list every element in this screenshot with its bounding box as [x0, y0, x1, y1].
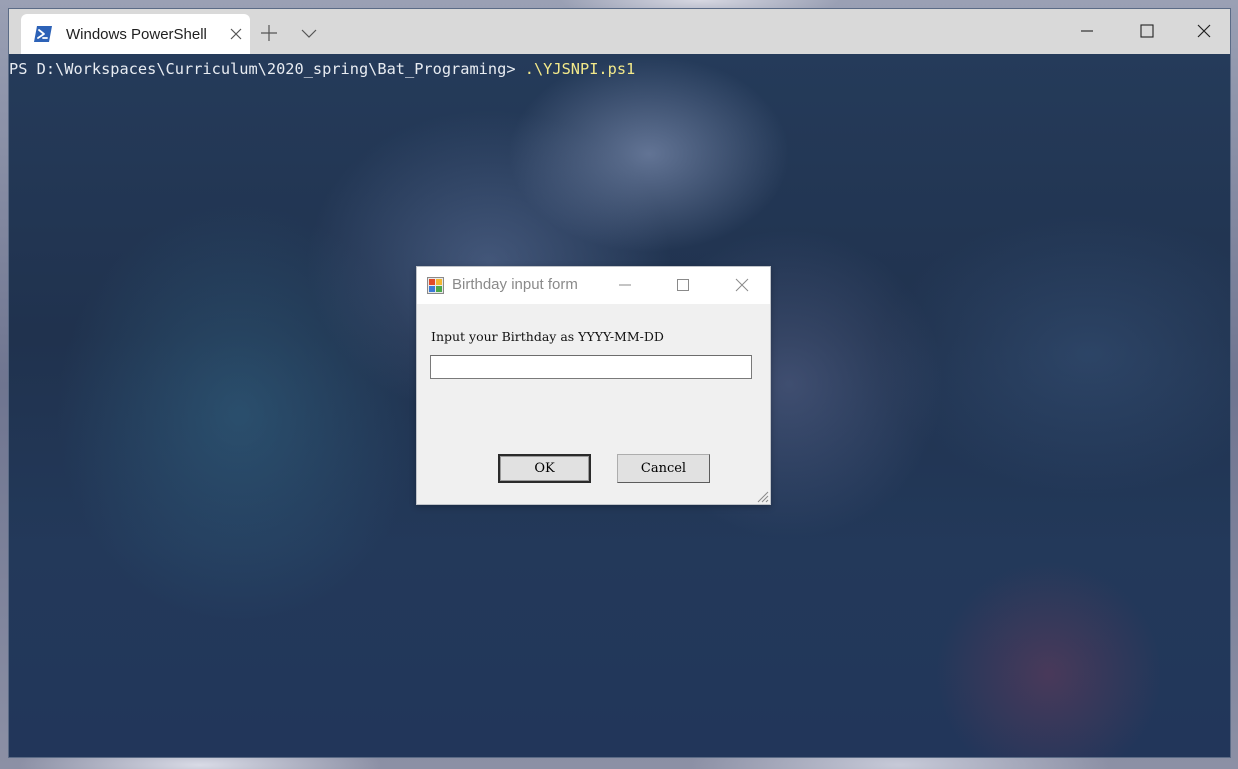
dialog-close-icon[interactable]: [734, 277, 750, 293]
dialog-title: Birthday input form: [452, 276, 578, 293]
powershell-icon: [34, 26, 52, 42]
resize-grip-icon[interactable]: [756, 490, 769, 503]
birthday-input-dialog: Birthday input form Input your Birthday …: [416, 266, 771, 505]
terminal-titlebar[interactable]: Windows PowerShell: [9, 9, 1230, 54]
tab-close-icon[interactable]: [229, 27, 243, 41]
birthday-input[interactable]: [430, 355, 752, 379]
window-minimize-icon[interactable]: [1075, 21, 1099, 41]
tab-label: Windows PowerShell: [66, 26, 207, 43]
new-tab-plus-icon[interactable]: [259, 23, 279, 43]
form-app-icon: [427, 277, 444, 294]
prompt-command: .\YJSNPI.ps1: [524, 60, 636, 78]
ok-button[interactable]: OK: [498, 454, 591, 483]
dialog-maximize-icon[interactable]: [675, 277, 691, 293]
birthday-prompt-label: Input your Birthday as YYYY-MM-DD: [431, 329, 664, 344]
prompt-line: PS D:\Workspaces\Curriculum\2020_spring\…: [9, 60, 635, 78]
tab-windows-powershell[interactable]: Windows PowerShell: [21, 14, 250, 54]
chevron-down-icon[interactable]: [300, 25, 318, 41]
window-close-icon[interactable]: [1192, 21, 1216, 41]
dialog-minimize-icon[interactable]: [617, 277, 633, 293]
window-maximize-icon[interactable]: [1135, 21, 1159, 41]
cancel-button[interactable]: Cancel: [617, 454, 710, 483]
prompt-path: PS D:\Workspaces\Curriculum\2020_spring\…: [9, 60, 525, 78]
dialog-titlebar[interactable]: Birthday input form: [417, 267, 770, 304]
